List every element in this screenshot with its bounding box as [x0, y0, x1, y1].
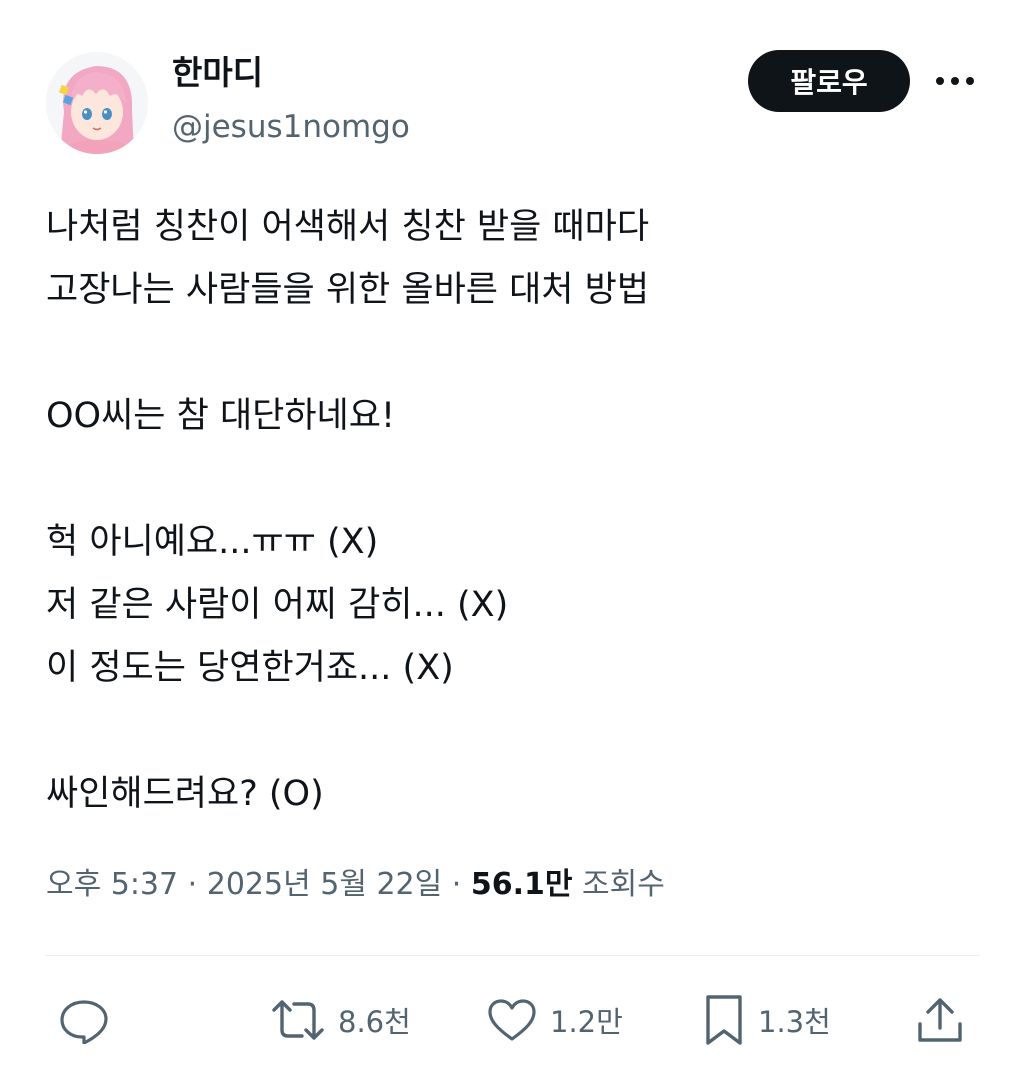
follow-button[interactable]: 팔로우 — [748, 50, 910, 112]
heart-icon — [488, 999, 536, 1041]
tweet-line: OO씨는 참 대단하네요! — [46, 396, 395, 436]
tweet-time[interactable]: 오후 5:37 — [46, 867, 178, 902]
more-button[interactable] — [926, 58, 984, 104]
bookmark-icon — [706, 995, 742, 1045]
tweet-line: 헉 아니예요...ㅠㅠ (X) — [46, 522, 379, 562]
retweet-count: 8.6천 — [338, 1005, 411, 1039]
tweet-line: 저 같은 사람이 어찌 감히... (X) — [46, 585, 509, 625]
tweet-line: 이 정도는 당연한거죠... (X) — [46, 648, 454, 688]
tweet-line: 고장나는 사람들을 위한 올바른 대처 방법 — [46, 270, 650, 310]
meta-separator: · — [187, 867, 198, 902]
author-handle[interactable]: @jesus1nomgo — [172, 104, 410, 150]
share-icon — [918, 998, 962, 1042]
meta-separator: · — [451, 867, 462, 902]
reply-icon — [60, 1000, 108, 1044]
share-button[interactable] — [914, 990, 966, 1050]
retweet-icon — [272, 1000, 324, 1040]
bookmark-button[interactable]: 1.3천 — [702, 990, 831, 1050]
avatar[interactable] — [46, 52, 148, 154]
tweet-line: 나처럼 칭찬이 어색해서 칭찬 받을 때마다 — [46, 207, 650, 247]
like-count: 1.2만 — [550, 1005, 623, 1039]
author-display-name[interactable]: 한마디 — [172, 50, 263, 96]
tweet-line: 싸인해드려요? (O) — [46, 774, 324, 814]
bookmark-count: 1.3천 — [758, 1005, 831, 1039]
retweet-button[interactable]: 8.6천 — [270, 990, 411, 1050]
like-button[interactable]: 1.2만 — [486, 990, 623, 1050]
tweet-date[interactable]: 2025년 5월 22일 — [207, 867, 442, 902]
divider — [46, 955, 980, 956]
avatar-image — [46, 52, 148, 154]
tweet-text: 나처럼 칭찬이 어색해서 칭찬 받을 때마다 고장나는 사람들을 위한 올바른 … — [46, 196, 976, 826]
tweet-meta: 오후 5:37 · 2025년 5월 22일 · 56.1만 조회수 — [46, 860, 665, 910]
views-count: 56.1만 — [470, 867, 573, 902]
reply-button[interactable] — [58, 990, 110, 1050]
views-label: 조회수 — [582, 867, 665, 902]
more-horizontal-icon — [936, 77, 974, 85]
